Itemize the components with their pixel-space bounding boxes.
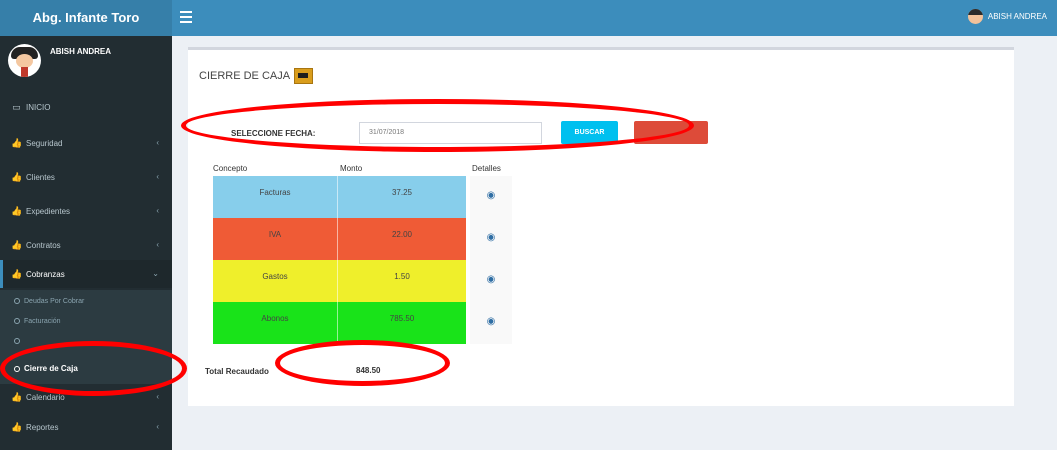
eye-icon[interactable]: ◉ xyxy=(470,260,512,302)
circle-icon xyxy=(14,318,20,325)
sidebar-item-reportes[interactable]: 👍 Reportes ‹ xyxy=(0,413,172,441)
total-value: 848.50 xyxy=(356,366,381,375)
amount-cell: 22.00 xyxy=(391,230,413,239)
cash-register-icon xyxy=(294,68,314,84)
user-name-top: ABISH ANDREA xyxy=(987,12,1047,21)
circle-icon xyxy=(14,365,20,372)
monitor-icon: ▭ xyxy=(12,101,21,112)
submenu-item-hidden[interactable] xyxy=(14,338,24,345)
top-navbar: Abg. Infante Toro ABISH ANDREA xyxy=(0,0,1057,36)
avatar xyxy=(967,9,983,24)
user-menu[interactable]: ABISH ANDREA xyxy=(967,9,1047,24)
thumbs-up-icon: 👍 xyxy=(11,391,23,402)
column-header-monto: Monto xyxy=(340,164,363,173)
app-logo[interactable]: Abg. Infante Toro xyxy=(0,0,172,36)
total-label: Total Recaudado xyxy=(205,367,269,376)
sidebar-item-seguridad[interactable]: 👍 Seguridad ‹ xyxy=(0,129,172,157)
chevron-left-icon: ‹ xyxy=(156,172,159,181)
chevron-left-icon: ‹ xyxy=(156,422,159,431)
thumbs-up-icon: 👍 xyxy=(11,421,23,432)
thumbs-up-icon: 👍 xyxy=(11,268,23,279)
chevron-left-icon: ‹ xyxy=(156,392,159,401)
chevron-left-icon: ‹ xyxy=(156,206,159,215)
cobranzas-submenu: Deudas Por Cobrar Facturación Cierre de … xyxy=(0,290,172,384)
date-filter-label: SELECCIONE FECHA: xyxy=(231,129,316,138)
submenu-item-facturacion[interactable]: Facturación xyxy=(14,318,61,325)
eye-icon[interactable]: ◉ xyxy=(470,176,512,218)
thumbs-up-icon: 👍 xyxy=(11,137,23,148)
sidebar-item-expedientes[interactable]: 👍 Expedientes ‹ xyxy=(0,197,172,225)
sidebar-item-cobranzas[interactable]: 👍 Cobranzas ⌄ xyxy=(0,260,172,288)
circle-icon xyxy=(14,338,20,345)
hamburger-icon[interactable] xyxy=(180,11,192,23)
cierre-caja-panel: CIERRE DE CAJA SELECCIONE FECHA: 31/07/2… xyxy=(188,47,1014,406)
submenu-item-deudas[interactable]: Deudas Por Cobrar xyxy=(14,298,84,305)
column-header-concepto: Concepto xyxy=(213,164,248,173)
table-row: Abonos 785.50 xyxy=(213,302,466,344)
concept-cell: Abonos xyxy=(213,302,338,344)
amount-cell: 37.25 xyxy=(391,188,413,197)
thumbs-up-icon: 👍 xyxy=(11,239,23,250)
sidebar-item-calendario[interactable]: 👍 Calendario ‹ xyxy=(0,383,172,411)
thumbs-up-icon: 👍 xyxy=(11,171,23,182)
table-row: Gastos 1.50 xyxy=(213,260,466,302)
sidebar-item-contratos[interactable]: 👍 Contratos ‹ xyxy=(0,231,172,259)
circle-icon xyxy=(14,298,20,305)
page-title: CIERRE DE CAJA xyxy=(199,68,314,84)
thumbs-up-icon: 👍 xyxy=(11,205,23,216)
amount-cell: 1.50 xyxy=(394,272,410,281)
table-row: IVA 22.00 xyxy=(213,218,466,260)
concept-cell: Facturas xyxy=(213,176,338,218)
table-row: Facturas 37.25 xyxy=(213,176,466,218)
avatar xyxy=(8,44,41,77)
amount-cell: 785.50 xyxy=(389,314,415,323)
eye-icon[interactable]: ◉ xyxy=(470,302,512,344)
sidebar-user-name: ABISH ANDREA xyxy=(50,47,112,56)
chevron-down-icon: ⌄ xyxy=(152,269,159,278)
concept-cell: Gastos xyxy=(213,260,338,302)
sidebar: ABISH ANDREA ▭ INICIO 👍 Seguridad ‹ 👍 Client… xyxy=(0,36,172,450)
eye-icon[interactable]: ◉ xyxy=(470,218,512,260)
chevron-left-icon: ‹ xyxy=(156,138,159,147)
sidebar-item-clientes[interactable]: 👍 Clientes ‹ xyxy=(0,163,172,191)
column-header-detalles: Detalles xyxy=(472,164,501,173)
concept-cell: IVA xyxy=(213,218,338,260)
user-panel: ABISH ANDREA xyxy=(8,44,111,77)
chevron-left-icon: ‹ xyxy=(156,240,159,249)
date-input[interactable]: 31/07/2018 xyxy=(359,122,542,144)
main-content: CIERRE DE CAJA SELECCIONE FECHA: 31/07/2… xyxy=(172,36,1057,450)
sidebar-item-inicio[interactable]: ▭ INICIO xyxy=(0,93,172,121)
submenu-item-cierre-de-caja[interactable]: Cierre de Caja xyxy=(14,364,78,373)
search-button[interactable]: BUSCAR xyxy=(561,121,618,144)
red-action-button[interactable] xyxy=(634,121,708,144)
